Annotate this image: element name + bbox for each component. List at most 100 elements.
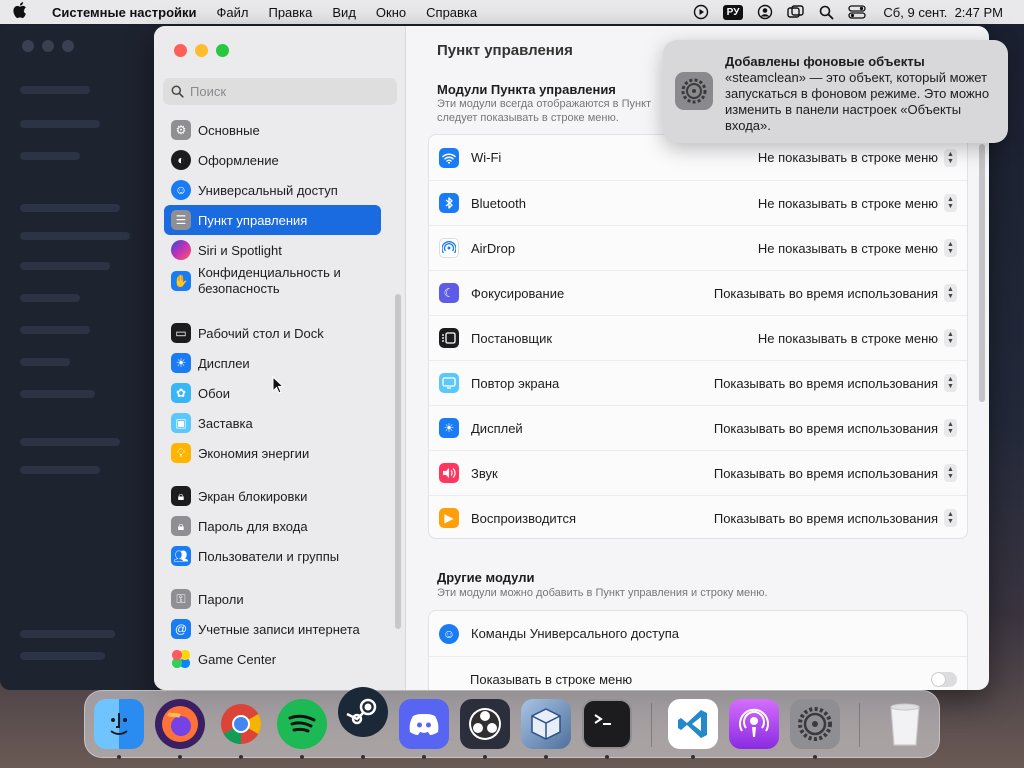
moon-icon: ☾: [439, 283, 459, 303]
module-label: Фокусирование: [471, 285, 565, 301]
module-visibility-select[interactable]: Показывать во время использования ▲ ▼: [714, 464, 957, 482]
window-controls: [174, 44, 229, 57]
dock-terminal-icon[interactable]: [582, 699, 632, 749]
sidebar-item-label: Обои: [198, 385, 231, 401]
module-row-now-playing: ▶ Воспроизводится Показывать во время ис…: [429, 495, 967, 540]
minimize-window-button[interactable]: [195, 44, 208, 57]
sidebar-item-control-center[interactable]: ☰ Пункт управления: [164, 205, 381, 235]
zoom-window-button[interactable]: [216, 44, 229, 57]
dock-discord-icon[interactable]: [399, 699, 449, 749]
dock-spotify-icon[interactable]: [277, 699, 327, 749]
dock-running-indicator: [300, 755, 304, 759]
toggle-label: Показывать в строке меню: [470, 671, 633, 687]
sidebar-item-screensaver[interactable]: ▣ Заставка: [164, 408, 381, 438]
dock-vscode-icon[interactable]: [668, 699, 718, 749]
page-title: Пункт управления: [437, 42, 573, 59]
dock-running-indicator: [117, 755, 121, 759]
select-value: Не показывать в строке меню: [757, 240, 938, 256]
notification-body: «steamclean» — это объект, который может…: [725, 70, 990, 133]
sun-icon: ☀: [171, 353, 191, 373]
sidebar-item-desktop-dock[interactable]: ▭ Рабочий стол и Dock: [164, 318, 381, 348]
dock-finder-icon[interactable]: [94, 699, 144, 749]
spotlight-search-icon[interactable]: [812, 5, 841, 20]
sidebar: Поиск ⚙ Основные ◐ Оформление ☺ Универса…: [154, 26, 406, 690]
sidebar-item-internet-accounts[interactable]: @ Учетные записи интернета: [164, 614, 381, 644]
sidebar-item-accessibility[interactable]: ☺ Универсальный доступ: [164, 175, 381, 205]
sidebar-item-label: Конфиденциальность и безопасность: [198, 265, 341, 296]
dock-chrome-icon[interactable]: [216, 699, 266, 749]
chevron-updown-icon: ▲ ▼: [944, 194, 957, 212]
sidebar-item-label: Универсальный доступ: [198, 182, 338, 198]
module-visibility-select[interactable]: Не показывать в строке меню ▲ ▼: [758, 239, 957, 257]
flower-icon: ✿: [171, 383, 191, 403]
background-items-notification[interactable]: Добавлены фоновые объекты «steamclean» —…: [663, 40, 1008, 143]
key-icon: ⚿: [171, 589, 191, 609]
show-in-menu-bar-toggle[interactable]: [931, 671, 957, 687]
module-visibility-select[interactable]: Не показывать в строке меню ▲ ▼: [758, 148, 957, 167]
module-row-focus: ☾ Фокусирование Показывать во время испо…: [429, 270, 967, 315]
menu-view[interactable]: Вид: [322, 5, 366, 20]
sidebar-item-privacy-security[interactable]: ✋ Конфиденциальность и безопасность: [164, 262, 381, 300]
sidebar-item-label: Пункт управления: [198, 212, 308, 228]
sidebar-scrollbar[interactable]: [395, 294, 401, 629]
module-label: AirDrop: [471, 240, 516, 256]
module-row-bluetooth: Bluetooth Не показывать в строке меню ▲ ▼: [429, 180, 967, 225]
dock-virtualbox-icon[interactable]: [521, 699, 571, 749]
dock-steam-icon[interactable]: [338, 687, 388, 737]
select-value: Показывать во время использования: [713, 285, 938, 301]
now-playing-icon[interactable]: [686, 4, 716, 20]
menu-edit[interactable]: Правка: [258, 5, 322, 20]
sidebar-item-general[interactable]: ⚙ Основные: [164, 115, 381, 145]
menu-help[interactable]: Справка: [416, 5, 487, 20]
content-scrollbar[interactable]: [979, 144, 985, 402]
module-visibility-select[interactable]: Показывать во время использования ▲ ▼: [714, 374, 957, 392]
dock-system-settings-icon[interactable]: [790, 699, 840, 749]
sidebar-item-label: Рабочий стол и Dock: [198, 325, 324, 341]
control-center-icon[interactable]: [841, 4, 873, 20]
chevron-updown-icon: ▲ ▼: [944, 239, 957, 257]
show-in-menu-bar-row: Показывать в строке меню: [429, 656, 967, 690]
sidebar-item-users-groups[interactable]: 👥︎ Пользователи и группы: [164, 541, 381, 571]
dock-firefox-icon[interactable]: [155, 699, 205, 749]
module-visibility-select[interactable]: Показывать во время использования ▲ ▼: [714, 509, 957, 527]
search-input[interactable]: Поиск: [163, 78, 397, 105]
sidebar-item-label: Game Center: [198, 651, 277, 667]
speaker-icon: [439, 463, 459, 483]
sidebar-item-siri-spotlight[interactable]: Siri и Spotlight: [164, 235, 381, 265]
select-value: Не показывать в строке меню: [757, 195, 938, 211]
apple-menu-icon[interactable]: [0, 2, 40, 22]
sidebar-item-energy-saver[interactable]: 💡︎ Экономия энергии: [164, 438, 381, 468]
sidebar-item-appearance[interactable]: ◐ Оформление: [164, 145, 381, 175]
sidebar-item-label: Siri и Spotlight: [198, 242, 282, 258]
menu-window[interactable]: Окно: [366, 5, 416, 20]
screen-mirroring-icon[interactable]: [780, 4, 812, 20]
select-value: Показывать во время использования: [713, 510, 938, 526]
dock-separator: [651, 703, 652, 747]
module-visibility-select[interactable]: Показывать во время использования ▲ ▼: [714, 419, 957, 437]
module-visibility-select[interactable]: Не показывать в строке меню ▲ ▼: [758, 194, 957, 212]
sidebar-item-passwords[interactable]: ⚿ Пароли: [164, 584, 381, 614]
dock-running-indicator: [691, 755, 695, 759]
siri-icon: [171, 240, 191, 260]
mouse-cursor-icon: [272, 375, 285, 397]
user-account-icon[interactable]: [750, 4, 780, 20]
select-value: Показывать во время использования: [713, 465, 938, 481]
dock-obs-icon[interactable]: [460, 699, 510, 749]
close-window-button[interactable]: [174, 44, 187, 57]
sidebar-item-label: Экран блокировки: [198, 488, 308, 504]
dock-podcasts-icon[interactable]: [729, 699, 779, 749]
menu-app-name[interactable]: Системные настройки: [40, 5, 207, 20]
sidebar-item-game-center[interactable]: Game Center: [164, 644, 381, 674]
sidebar-item-login-password[interactable]: 🔒︎ Пароль для входа: [164, 511, 381, 541]
menu-file[interactable]: Файл: [207, 5, 259, 20]
module-label: Звук: [471, 465, 498, 481]
sidebar-item-lock-screen[interactable]: 🔒︎ Экран блокировки: [164, 481, 381, 511]
sidebar-item-displays[interactable]: ☀ Дисплеи: [164, 348, 381, 378]
menu-clock[interactable]: Сб, 9 сент. 2:47 PM: [873, 5, 1010, 20]
module-visibility-select[interactable]: Не показывать в строке меню ▲ ▼: [758, 329, 957, 347]
dock-trash-icon[interactable]: [880, 699, 930, 749]
input-source-icon[interactable]: РУ: [716, 4, 751, 20]
module-visibility-select[interactable]: Показывать во время использования ▲ ▼: [714, 284, 957, 302]
module-label: Команды Универсального доступа: [471, 626, 680, 641]
chevron-updown-icon: ▲ ▼: [944, 464, 957, 482]
